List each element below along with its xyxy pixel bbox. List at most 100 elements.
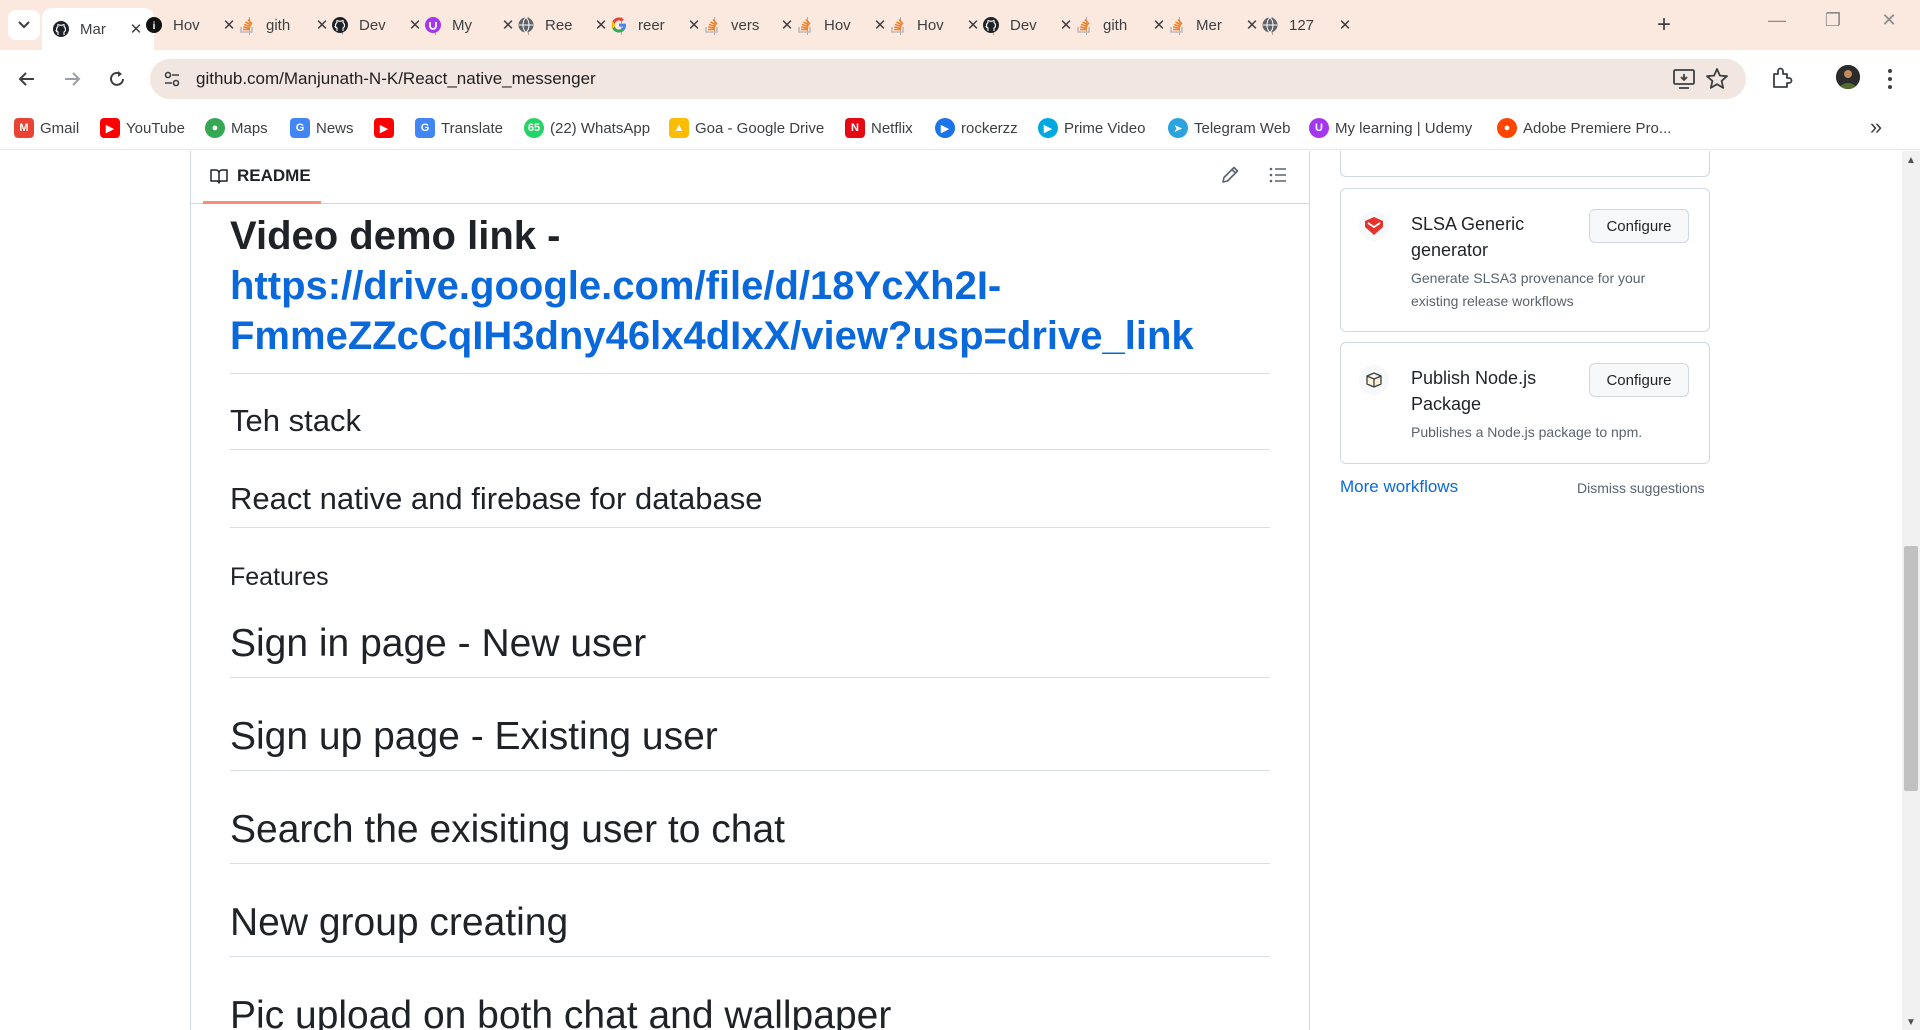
bookmark-label: Maps [231,119,268,137]
address-bar[interactable]: github.com/Manjunath-N-K/React_native_me… [150,59,1746,99]
stackoverflow-icon [238,16,256,34]
bookmark-item[interactable]: ▶ Prime Video [1038,115,1145,141]
dismiss-suggestions-button[interactable]: Dismiss suggestions [1577,480,1705,496]
profile-avatar[interactable] [1836,65,1860,89]
tab-search-button[interactable] [8,10,40,40]
stackoverflow-icon [1075,16,1093,34]
configure-button[interactable]: Configure [1589,209,1689,243]
video-demo-link-cont[interactable]: FmmeZZcCqIH3dny46lx4dIxX/view?usp=drive_… [230,314,1194,358]
tab-title: Ree [545,16,573,34]
bookmark-item[interactable]: ● Adobe Premiere Pro... [1497,115,1671,141]
bookmark-item[interactable]: 65 (22) WhatsApp [524,115,650,141]
group-heading: New group creating [230,898,1270,957]
bookmark-item[interactable]: ➤ Telegram Web [1168,115,1290,141]
bookmark-label: Netflix [871,119,913,137]
github-icon [331,16,349,34]
stack-heading: Teh stack [230,401,1270,450]
bookmark-item[interactable]: ▶ YouTube [100,115,185,141]
tune-icon [164,71,180,87]
tab-title: Hov [173,16,200,34]
stackoverflow-icon [703,16,721,34]
maps-icon: ● [205,118,225,138]
list-icon[interactable] [1267,164,1289,186]
workflow-description: Generate SLSA3 provenance for your exist… [1411,270,1646,309]
bookmark-item[interactable]: ▲ Goa - Google Drive [669,115,824,141]
new-tab-button[interactable]: + [1650,12,1678,40]
github-icon [982,16,1000,34]
restore-button[interactable]: ❐ [1813,10,1853,40]
bookmark-item[interactable]: N Netflix [845,115,913,141]
minimize-button[interactable]: — [1757,10,1797,40]
arrow-left-icon [18,72,34,86]
more-bookmarks-icon[interactable]: » [1864,116,1888,140]
bookmark-item[interactable]: ▶ [374,115,400,141]
bookmark-item[interactable]: U My learning | Udemy [1309,115,1472,141]
globe-icon [517,16,535,34]
back-button[interactable] [10,62,44,96]
scroll-thumb[interactable] [1904,546,1918,791]
configure-button[interactable]: Configure [1589,363,1689,397]
scroll-up-icon[interactable]: ▲ [1906,155,1916,166]
pic-heading: Pic upload on both chat and wallpaper [230,991,1270,1030]
slsa-icon [1359,211,1389,241]
bookmark-star-icon[interactable] [1704,66,1730,92]
tab-title: Mer [1196,16,1222,34]
page-content: README Video demo link - https://drive.g… [0,151,1920,1030]
prime-icon: ▶ [1038,118,1058,138]
more-workflows-link[interactable]: More workflows [1340,477,1458,497]
tab-title: Mar [80,20,106,38]
close-tab-icon[interactable]: ✕ [1337,16,1353,34]
bookmark-label: News [316,119,354,137]
youtube-icon: ▶ [100,118,120,138]
udemy-icon [424,16,442,34]
scroll-down-icon[interactable]: ▼ [1906,1017,1916,1028]
play-icon: ▶ [935,118,955,138]
stackoverflow-icon [889,16,907,34]
bookmark-item[interactable]: ● Maps [205,115,268,141]
tab-readme[interactable]: README [203,164,321,204]
bookmark-label: YouTube [126,119,185,137]
package-icon [1359,365,1389,395]
pencil-icon[interactable] [1219,164,1241,186]
bookmark-label: (22) WhatsApp [550,119,651,137]
video-heading-prefix: Video demo link - [230,214,561,258]
more-menu-icon[interactable] [1880,64,1900,94]
page-scrollbar[interactable]: ▲ ▼ [1902,151,1920,1030]
gmail-icon: M [14,118,34,138]
bookmark-label: Goa - Google Drive [695,119,825,137]
workflow-card-partial [1340,151,1710,177]
google-icon [610,16,628,34]
bookmark-item[interactable]: G News [290,115,354,141]
tab-title: Hov [824,16,851,34]
features-text: Features [230,563,329,591]
tab-title: reer [638,16,665,34]
tab-14[interactable]: 127 ✕ [1251,8,1363,42]
video-demo-link[interactable]: https://drive.google.com/file/d/18YcXh2I… [230,264,1001,308]
readme-header: README [191,151,1309,204]
workflow-name: Publish Node.js Package [1411,368,1537,414]
tab-title: gith [1103,16,1128,34]
chevron-down-icon [18,21,30,29]
forward-button[interactable] [55,62,89,96]
tab-title: vers [731,16,760,34]
close-window-button[interactable]: ✕ [1869,10,1909,40]
video-demo-heading: Video demo link - https://drive.google.c… [230,211,1270,374]
udemy-icon: U [1309,118,1329,138]
workflow-description: Publishes a Node.js package to npm. [1411,424,1643,440]
bookmark-label: Telegram Web [1194,119,1291,137]
bookmark-item[interactable]: M Gmail [14,115,79,141]
install-app-icon[interactable] [1672,68,1696,90]
bookmark-label: My learning | Udemy [1335,119,1473,137]
youtube-icon: ▶ [374,118,394,138]
url-text[interactable]: github.com/Manjunath-N-K/React_native_me… [196,69,596,89]
bookmark-item[interactable]: G Translate [415,115,503,141]
bookmark-item[interactable]: ▶ rockerzz [935,115,1018,141]
bookmark-label: Gmail [40,119,80,137]
tab-title: My [452,16,472,34]
extensions-icon[interactable] [1768,64,1796,92]
person-icon [1836,65,1860,89]
medium-icon: i [145,16,163,34]
site-info-button[interactable] [160,67,184,91]
tab-title: Hov [917,16,944,34]
reload-button[interactable] [100,62,134,96]
